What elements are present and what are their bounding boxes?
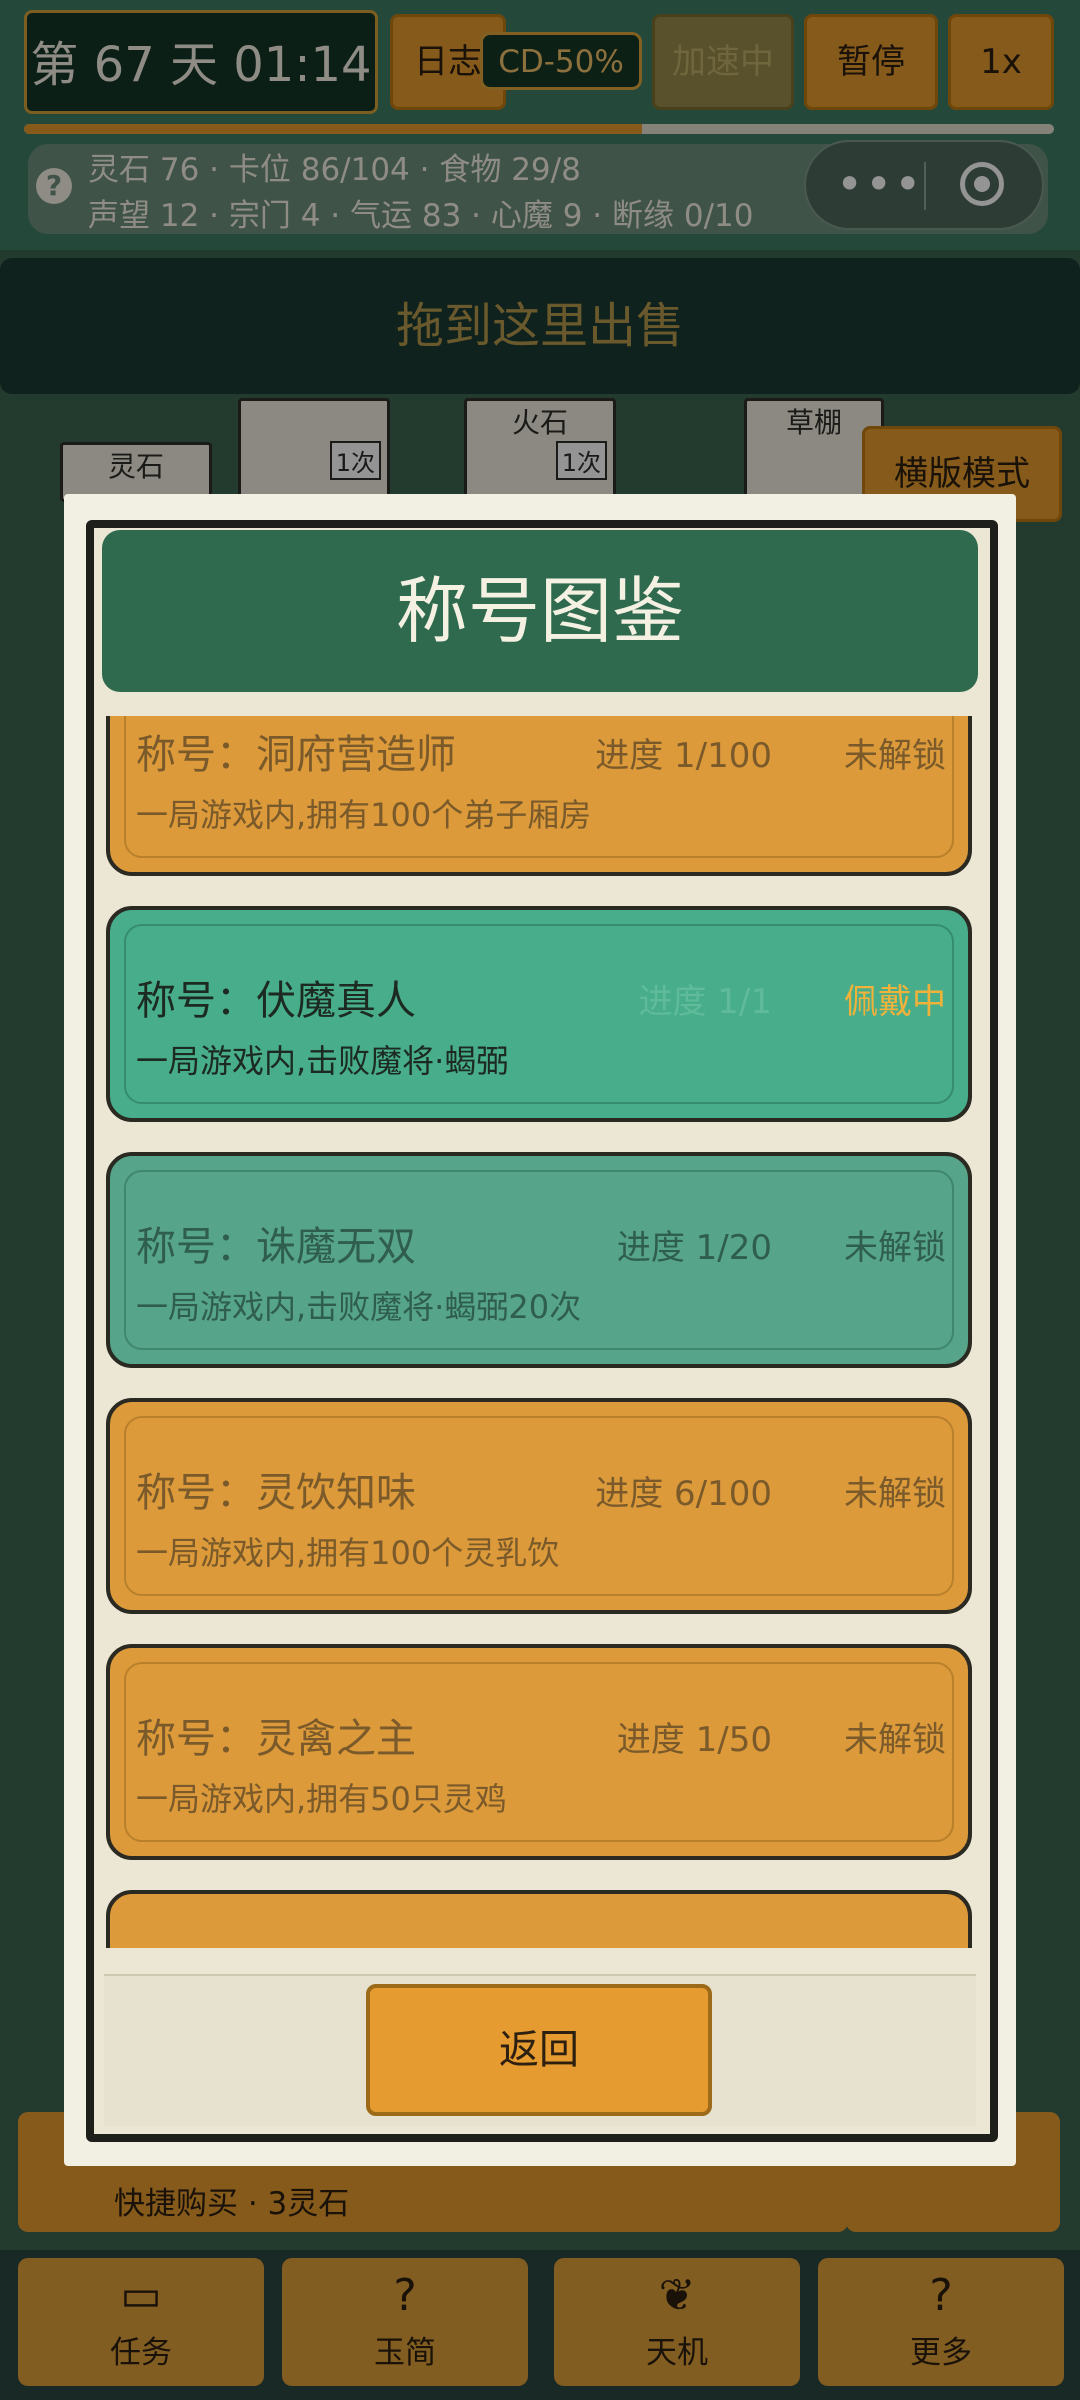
- title-status: 未解锁: [844, 1228, 946, 1268]
- title-name: 称号：洞府营造师: [136, 732, 456, 778]
- title-name: 称号：诛魔无双: [136, 1224, 416, 1270]
- title-status: 未解锁: [844, 736, 946, 776]
- title-card[interactable]: 称号：诛魔无双 进度 1/20 未解锁一局游戏内,击败魔将·蝎弼20次: [106, 1152, 972, 1368]
- title-progress: 进度 1/100: [595, 736, 772, 776]
- title-description: 一局游戏内,拥有100个弟子厢房: [136, 796, 592, 834]
- title-description: 一局游戏内,拥有100个灵乳饮: [136, 1534, 560, 1572]
- title-card[interactable]: 称号：灵禽之主 进度 1/50 未解锁一局游戏内,拥有50只灵鸡: [106, 1644, 972, 1860]
- title-card-partial[interactable]: [106, 1890, 972, 1948]
- title-progress: 进度 1/1: [638, 982, 772, 1022]
- title-card[interactable]: 称号：洞府营造师 进度 1/100 未解锁一局游戏内,拥有100个弟子厢房: [106, 716, 972, 876]
- title-card[interactable]: 称号：灵饮知味 进度 6/100 未解锁一局游戏内,拥有100个灵乳饮: [106, 1398, 972, 1614]
- title-description: 一局游戏内,击败魔将·蝎弼: [136, 1042, 509, 1080]
- title-progress: 进度 1/50: [616, 1720, 772, 1760]
- title-list[interactable]: 称号：洞府营造师 进度 1/100 未解锁 一局游戏内,拥有100个弟子厢房 称号：伏魔…: [104, 716, 976, 1948]
- title-name: 称号：灵饮知味: [136, 1470, 416, 1516]
- title-description: 一局游戏内,拥有50只灵鸡: [136, 1780, 507, 1818]
- title-progress: 进度 6/100: [595, 1474, 772, 1514]
- title-name: 称号：灵禽之主: [136, 1716, 416, 1762]
- title-progress: 进度 1/20: [616, 1228, 772, 1268]
- title-description: 一局游戏内,击败魔将·蝎弼20次: [136, 1288, 582, 1326]
- modal-title: 称号图鉴: [102, 530, 978, 692]
- return-button[interactable]: 返回: [366, 1984, 712, 2116]
- title-status: 未解锁: [844, 1474, 946, 1514]
- title-name: 称号：伏魔真人: [136, 978, 416, 1024]
- title-status: 未解锁: [844, 1720, 946, 1760]
- title-card[interactable]: 称号：伏魔真人 进度 1/1 佩戴中一局游戏内,击败魔将·蝎弼: [106, 906, 972, 1122]
- title-status: 佩戴中: [844, 982, 946, 1022]
